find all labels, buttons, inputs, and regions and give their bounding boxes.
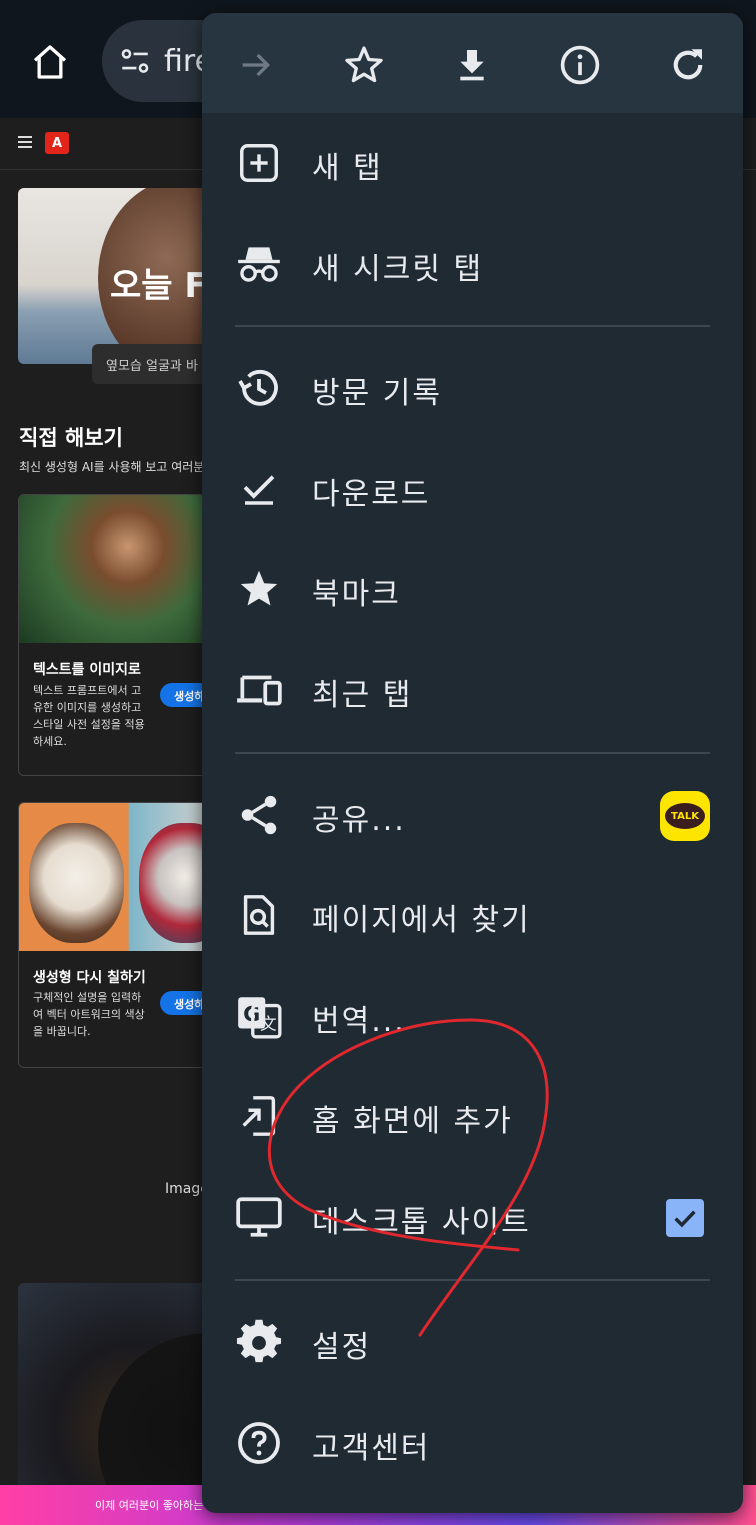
menu-item-label: 다운로드 [312, 477, 431, 512]
section-title: 직접 해보기 [19, 426, 123, 450]
reload-button[interactable] [658, 35, 718, 95]
share-icon [234, 790, 284, 840]
menu-divider [235, 752, 710, 754]
menu-divider [235, 325, 710, 327]
menu-item-label: 번역... [312, 1004, 406, 1039]
menu-item-label: 새 시크릿 탭 [312, 252, 484, 287]
info-icon [560, 45, 600, 85]
downloads-icon [234, 464, 284, 514]
tune-icon[interactable] [118, 44, 152, 78]
browser-overflow-menu: 새 탭 새 시크릿 탭 방문 기록 다운로드 북마크 최근 탭 공유... TA… [202, 13, 743, 1513]
menu-item-label: 설정 [312, 1330, 372, 1365]
section-subtitle: 최신 생성형 AI를 사용해 보고 여러분 [19, 460, 205, 474]
forward-button[interactable] [226, 35, 286, 95]
kakaotalk-share-icon[interactable]: TALK [660, 791, 710, 841]
menu-item-history[interactable]: 방문 기록 [202, 338, 743, 438]
kakaotalk-badge: TALK [665, 803, 705, 829]
download-icon [460, 50, 484, 81]
menu-item-label: 북마크 [312, 577, 401, 612]
menu-item-label: 데스크톱 사이트 [312, 1205, 531, 1240]
menu-divider [235, 1279, 710, 1281]
new-tab-icon [234, 138, 284, 188]
recent-tabs-icon [234, 665, 284, 715]
forward-icon [242, 53, 271, 77]
promo-text: 이제 여러분이 좋아하는 [95, 1499, 204, 1512]
menu-item-label: 최근 탭 [312, 678, 413, 713]
card-title: 텍스트를 이미지로 [33, 662, 141, 678]
menu-item-label: 방문 기록 [312, 376, 442, 411]
menu-item-desktop-site[interactable]: 데스크톱 사이트 [202, 1167, 743, 1267]
desktop-icon [234, 1192, 284, 1242]
page-info-button[interactable] [550, 35, 610, 95]
menu-item-bookmarks[interactable]: 북마크 [202, 539, 743, 639]
card-description: 텍스트 프롬프트에서 고유한 이미지를 생성하고 스타일 사전 설정을 적용하세… [33, 684, 145, 748]
desktop-site-checkbox[interactable] [666, 1199, 704, 1237]
history-icon [234, 363, 284, 413]
adobe-logo[interactable]: A [45, 132, 69, 154]
card-thumbnail [19, 803, 217, 951]
menu-item-label: 새 탭 [312, 151, 383, 186]
find-in-page-icon [234, 890, 284, 940]
bookmark-star-icon [345, 46, 383, 83]
add-to-home-screen-icon [234, 1091, 284, 1141]
menu-item-new-tab[interactable]: 새 탭 [202, 113, 743, 213]
bookmarks-icon [234, 564, 284, 614]
feature-card-generative-recolor[interactable]: 생성형 다시 칠하기 구체적인 설명을 입력하여 벡터 아트워크의 색상을 바꿉… [18, 802, 218, 1068]
check-icon [674, 1210, 696, 1228]
menu-item-label: 페이지에서 찾기 [312, 903, 531, 938]
incognito-icon [234, 239, 284, 289]
card-thumbnail [19, 495, 217, 643]
menu-toolbar [202, 13, 743, 113]
hero-title: 오늘 F [110, 266, 208, 306]
help-icon [234, 1418, 284, 1468]
hero-banner[interactable]: 오늘 F [18, 188, 218, 364]
menu-item-label: 고객센터 [312, 1431, 431, 1466]
home-button[interactable] [22, 34, 78, 90]
menu-item-add-to-home-screen[interactable]: 홈 화면에 추가 [202, 1066, 743, 1166]
menu-item-share[interactable]: 공유... TALK [202, 765, 743, 865]
hamburger-menu-icon[interactable] [18, 136, 32, 150]
menu-item-find-in-page[interactable]: 페이지에서 찾기 [202, 865, 743, 965]
translate-icon: G 文 [234, 991, 284, 1041]
bookmark-page-button[interactable] [334, 35, 394, 95]
menu-item-label: 공유... [312, 803, 406, 838]
download-page-button[interactable] [442, 35, 502, 95]
dog-illustration [29, 823, 124, 943]
settings-icon [234, 1317, 284, 1367]
menu-item-translate[interactable]: G 文 번역... [202, 966, 743, 1066]
svg-text:文: 文 [260, 1015, 277, 1034]
menu-item-downloads[interactable]: 다운로드 [202, 439, 743, 539]
reload-icon [673, 49, 703, 80]
menu-item-label: 홈 화면에 추가 [312, 1104, 513, 1139]
menu-item-recent-tabs[interactable]: 최근 탭 [202, 640, 743, 740]
menu-item-settings[interactable]: 설정 [202, 1292, 743, 1392]
card-description: 구체적인 설명을 입력하여 벡터 아트워크의 색상을 바꿉니다. [33, 991, 145, 1038]
feature-card-text-to-image[interactable]: 텍스트를 이미지로 텍스트 프롬프트에서 고유한 이미지를 생성하고 스타일 사… [18, 494, 218, 776]
home-icon [33, 45, 67, 79]
card-title: 생성형 다시 칠하기 [33, 970, 146, 986]
menu-item-new-incognito-tab[interactable]: 새 시크릿 탭 [202, 214, 743, 314]
menu-item-help[interactable]: 고객센터 [202, 1393, 743, 1493]
